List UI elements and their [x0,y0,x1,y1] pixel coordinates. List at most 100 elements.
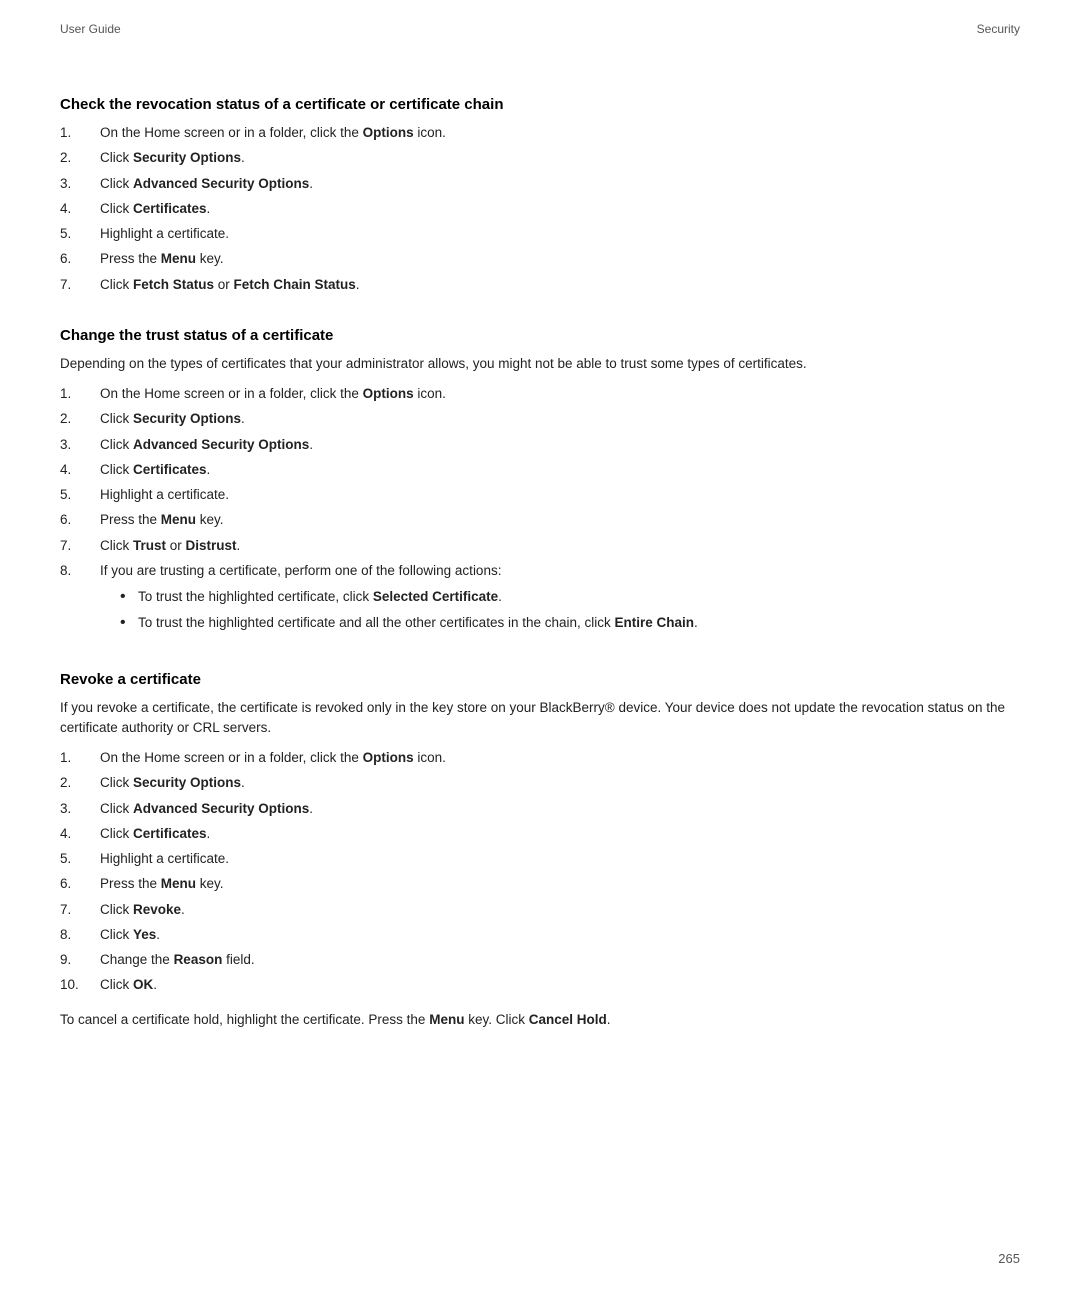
step-number: 3. [60,799,100,819]
step-number: 4. [60,824,100,844]
step-text: Click OK. [100,975,1020,995]
step-text: Highlight a certificate. [100,485,1020,505]
step-item: 2. Click Security Options. [60,773,1020,793]
step-number: 2. [60,773,100,793]
step-number: 4. [60,199,100,219]
step-item: 8. Click Yes. [60,925,1020,945]
step-text: Press the Menu key. [100,249,1020,269]
step-list-trust: 1. On the Home screen or in a folder, cl… [60,384,1020,639]
step-item: 6. Press the Menu key. [60,249,1020,269]
bullet-list-trust: • To trust the highlighted certificate, … [120,587,1020,634]
step-text: Press the Menu key. [100,510,1020,530]
step-number: 1. [60,748,100,768]
step-number: 3. [60,435,100,455]
step-text: Click Trust or Distrust. [100,536,1020,556]
step-number: 7. [60,275,100,295]
step-number: 6. [60,510,100,530]
step-text: Click Certificates. [100,824,1020,844]
step-item: 1. On the Home screen or in a folder, cl… [60,748,1020,768]
step-item: 7. Click Fetch Status or Fetch Chain Sta… [60,275,1020,295]
step-item: 10. Click OK. [60,975,1020,995]
step-number: 9. [60,950,100,970]
section-trust-status: Change the trust status of a certificate… [60,327,1020,639]
step-number: 7. [60,536,100,556]
step-item: 5. Highlight a certificate. [60,224,1020,244]
step-item: 3. Click Advanced Security Options. [60,435,1020,455]
step-text: Highlight a certificate. [100,224,1020,244]
step-text: If you are trusting a certificate, perfo… [100,561,1020,639]
step-text: Highlight a certificate. [100,849,1020,869]
step-item: 4. Click Certificates. [60,824,1020,844]
section-title-revocation: Check the revocation status of a certifi… [60,96,1020,113]
step-item: 6. Press the Menu key. [60,874,1020,894]
bullet-item: • To trust the highlighted certificate, … [120,587,1020,608]
step-number: 1. [60,384,100,404]
page-header: User Guide Security [0,0,1080,36]
step-item: 7. Click Revoke. [60,900,1020,920]
step-number: 7. [60,900,100,920]
step-number: 8. [60,561,100,639]
step-text: Click Security Options. [100,773,1020,793]
step-text: Click Advanced Security Options. [100,435,1020,455]
step-number: 6. [60,249,100,269]
section-title-trust: Change the trust status of a certificate [60,327,1020,344]
step-text: Click Fetch Status or Fetch Chain Status… [100,275,1020,295]
step-number: 5. [60,849,100,869]
step-number: 3. [60,174,100,194]
main-content: Check the revocation status of a certifi… [0,96,1080,1030]
section-intro-trust: Depending on the types of certificates t… [60,354,1020,374]
step-number: 2. [60,148,100,168]
step-text: On the Home screen or in a folder, click… [100,123,1020,143]
step-text: On the Home screen or in a folder, click… [100,748,1020,768]
step-number: 4. [60,460,100,480]
step-item: 2. Click Security Options. [60,409,1020,429]
bullet-text: To trust the highlighted certificate, cl… [138,587,1020,608]
step-item: 4. Click Certificates. [60,199,1020,219]
section-revocation-status: Check the revocation status of a certifi… [60,96,1020,295]
step-item: 9. Change the Reason field. [60,950,1020,970]
step-number: 5. [60,224,100,244]
bullet-item: • To trust the highlighted certificate a… [120,613,1020,634]
note-text-revoke: To cancel a certificate hold, highlight … [60,1010,1020,1030]
step-item: 5. Highlight a certificate. [60,485,1020,505]
step-text: Click Advanced Security Options. [100,174,1020,194]
section-intro-revoke: If you revoke a certificate, the certifi… [60,698,1020,739]
step-item: 6. Press the Menu key. [60,510,1020,530]
step-item: 3. Click Advanced Security Options. [60,799,1020,819]
step-item: 3. Click Advanced Security Options. [60,174,1020,194]
bullet-dot: • [120,587,138,608]
step-number: 2. [60,409,100,429]
header-right: Security [977,22,1020,36]
page-number: 265 [998,1251,1020,1266]
bullet-dot: • [120,613,138,634]
step-text: Click Security Options. [100,409,1020,429]
step-number: 10. [60,975,100,995]
step-item: 4. Click Certificates. [60,460,1020,480]
step-text: Click Revoke. [100,900,1020,920]
step-item: 1. On the Home screen or in a folder, cl… [60,123,1020,143]
step-item: 2. Click Security Options. [60,148,1020,168]
step-text: Click Certificates. [100,199,1020,219]
step-number: 8. [60,925,100,945]
step-number: 1. [60,123,100,143]
step-number: 5. [60,485,100,505]
step-list-revoke: 1. On the Home screen or in a folder, cl… [60,748,1020,996]
step-text: Click Certificates. [100,460,1020,480]
step-item: 1. On the Home screen or in a folder, cl… [60,384,1020,404]
header-left: User Guide [60,22,121,36]
step-text: Click Yes. [100,925,1020,945]
step-list-revocation: 1. On the Home screen or in a folder, cl… [60,123,1020,295]
step-text: Click Security Options. [100,148,1020,168]
section-revoke-certificate: Revoke a certificate If you revoke a cer… [60,671,1020,1030]
step-text: Change the Reason field. [100,950,1020,970]
step-text: Press the Menu key. [100,874,1020,894]
bullet-text: To trust the highlighted certificate and… [138,613,1020,634]
section-title-revoke: Revoke a certificate [60,671,1020,688]
step-text: On the Home screen or in a folder, click… [100,384,1020,404]
step-text: Click Advanced Security Options. [100,799,1020,819]
step-number: 6. [60,874,100,894]
page-footer: 265 [998,1251,1020,1266]
step-item: 8. If you are trusting a certificate, pe… [60,561,1020,639]
step-item: 5. Highlight a certificate. [60,849,1020,869]
step-item: 7. Click Trust or Distrust. [60,536,1020,556]
